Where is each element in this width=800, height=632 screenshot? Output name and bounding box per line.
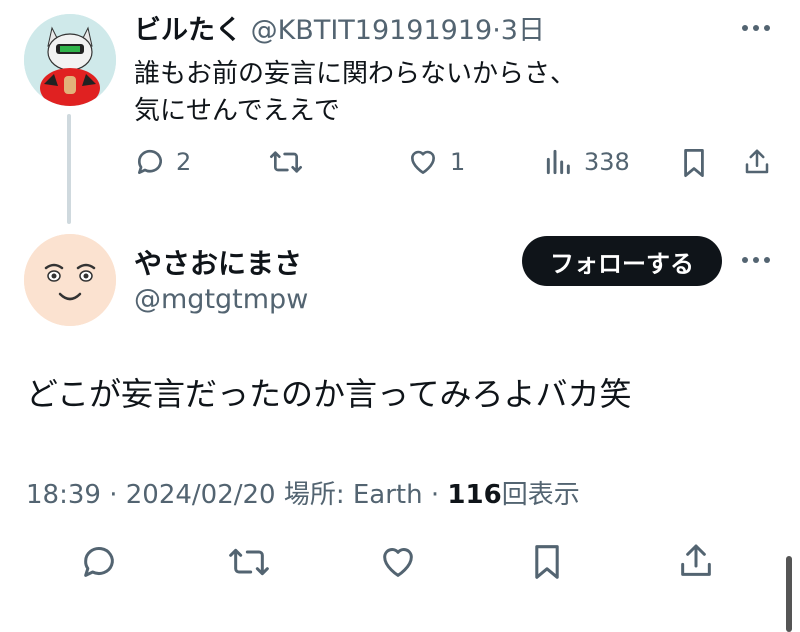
- parent-avatar-image: [24, 14, 116, 106]
- parent-author-name[interactable]: ビルたく: [134, 15, 242, 46]
- share-icon: [681, 544, 711, 576]
- parent-share-button[interactable]: [742, 146, 772, 178]
- views-icon: [546, 149, 570, 175]
- reply-meta: 18:39 · 2024/02/20 場所: Earth · 116回表示: [26, 474, 580, 511]
- bookmark-icon: [684, 148, 704, 177]
- parent-bookmark-button[interactable]: [680, 146, 708, 180]
- parent-more-button[interactable]: [740, 22, 772, 34]
- reply-date[interactable]: 2024/02/20: [126, 480, 276, 510]
- reply-text: どこが妄言だったのか言ってみろよバカ笑: [26, 375, 632, 413]
- scrollbar[interactable]: [786, 556, 792, 632]
- follow-button[interactable]: フォローする: [522, 236, 722, 286]
- reply-reply-button[interactable]: [78, 542, 120, 582]
- parent-header: ビルたく @KBTIT19191919·3日: [134, 14, 545, 48]
- reply-icon: [137, 149, 162, 174]
- like-icon: [411, 150, 435, 174]
- reply-location: 場所: Earth: [283, 480, 423, 510]
- reply-share-button[interactable]: [676, 540, 716, 582]
- parent-handle[interactable]: @KBTIT19191919: [251, 15, 493, 46]
- parent-separator: ·: [492, 15, 501, 46]
- parent-reply-count: 2: [176, 148, 192, 176]
- reply-avatar-image: [24, 234, 116, 326]
- retweet-icon: [270, 151, 302, 173]
- retweet-icon: [229, 548, 269, 576]
- bookmark-icon: [535, 545, 559, 579]
- reply-more-button[interactable]: [740, 254, 772, 266]
- meta-separator-1: ·: [109, 480, 118, 510]
- parent-text: 誰もお前の妄言に関わらないからさ、 気にせんでええで: [134, 56, 694, 130]
- parent-text-line-2: 気にせんでええで: [134, 96, 340, 126]
- reply-like-button[interactable]: [376, 542, 420, 582]
- parent-time[interactable]: 3日: [501, 15, 545, 46]
- reply-bookmark-button[interactable]: [530, 540, 564, 584]
- reply-handle[interactable]: @mgtgtmpw: [134, 284, 308, 315]
- parent-views-button[interactable]: 338: [544, 146, 630, 178]
- like-icon: [383, 548, 413, 577]
- meta-separator-2: ·: [430, 480, 440, 510]
- reply-avatar[interactable]: [24, 234, 116, 326]
- parent-reply-button[interactable]: 2: [134, 146, 191, 178]
- share-icon: [745, 149, 769, 174]
- reply-author-name[interactable]: やさおにまさ: [134, 242, 302, 282]
- reply-views-label: 回表示: [501, 480, 580, 510]
- more-icon: [742, 257, 770, 263]
- parent-like-count: 1: [450, 148, 466, 176]
- parent-view-count: 338: [584, 148, 630, 176]
- parent-avatar[interactable]: [24, 14, 116, 106]
- thread-connector-line: [67, 114, 71, 224]
- reply-retweet-button[interactable]: [226, 542, 272, 582]
- more-icon: [742, 25, 770, 31]
- parent-retweet-button[interactable]: [268, 146, 314, 178]
- parent-like-button[interactable]: 1: [406, 146, 465, 178]
- reply-icon: [84, 547, 114, 577]
- parent-text-line-1: 誰もお前の妄言に関わらないからさ、: [134, 59, 577, 89]
- reply-views-count: 116: [447, 480, 502, 510]
- reply-time[interactable]: 18:39: [26, 480, 101, 510]
